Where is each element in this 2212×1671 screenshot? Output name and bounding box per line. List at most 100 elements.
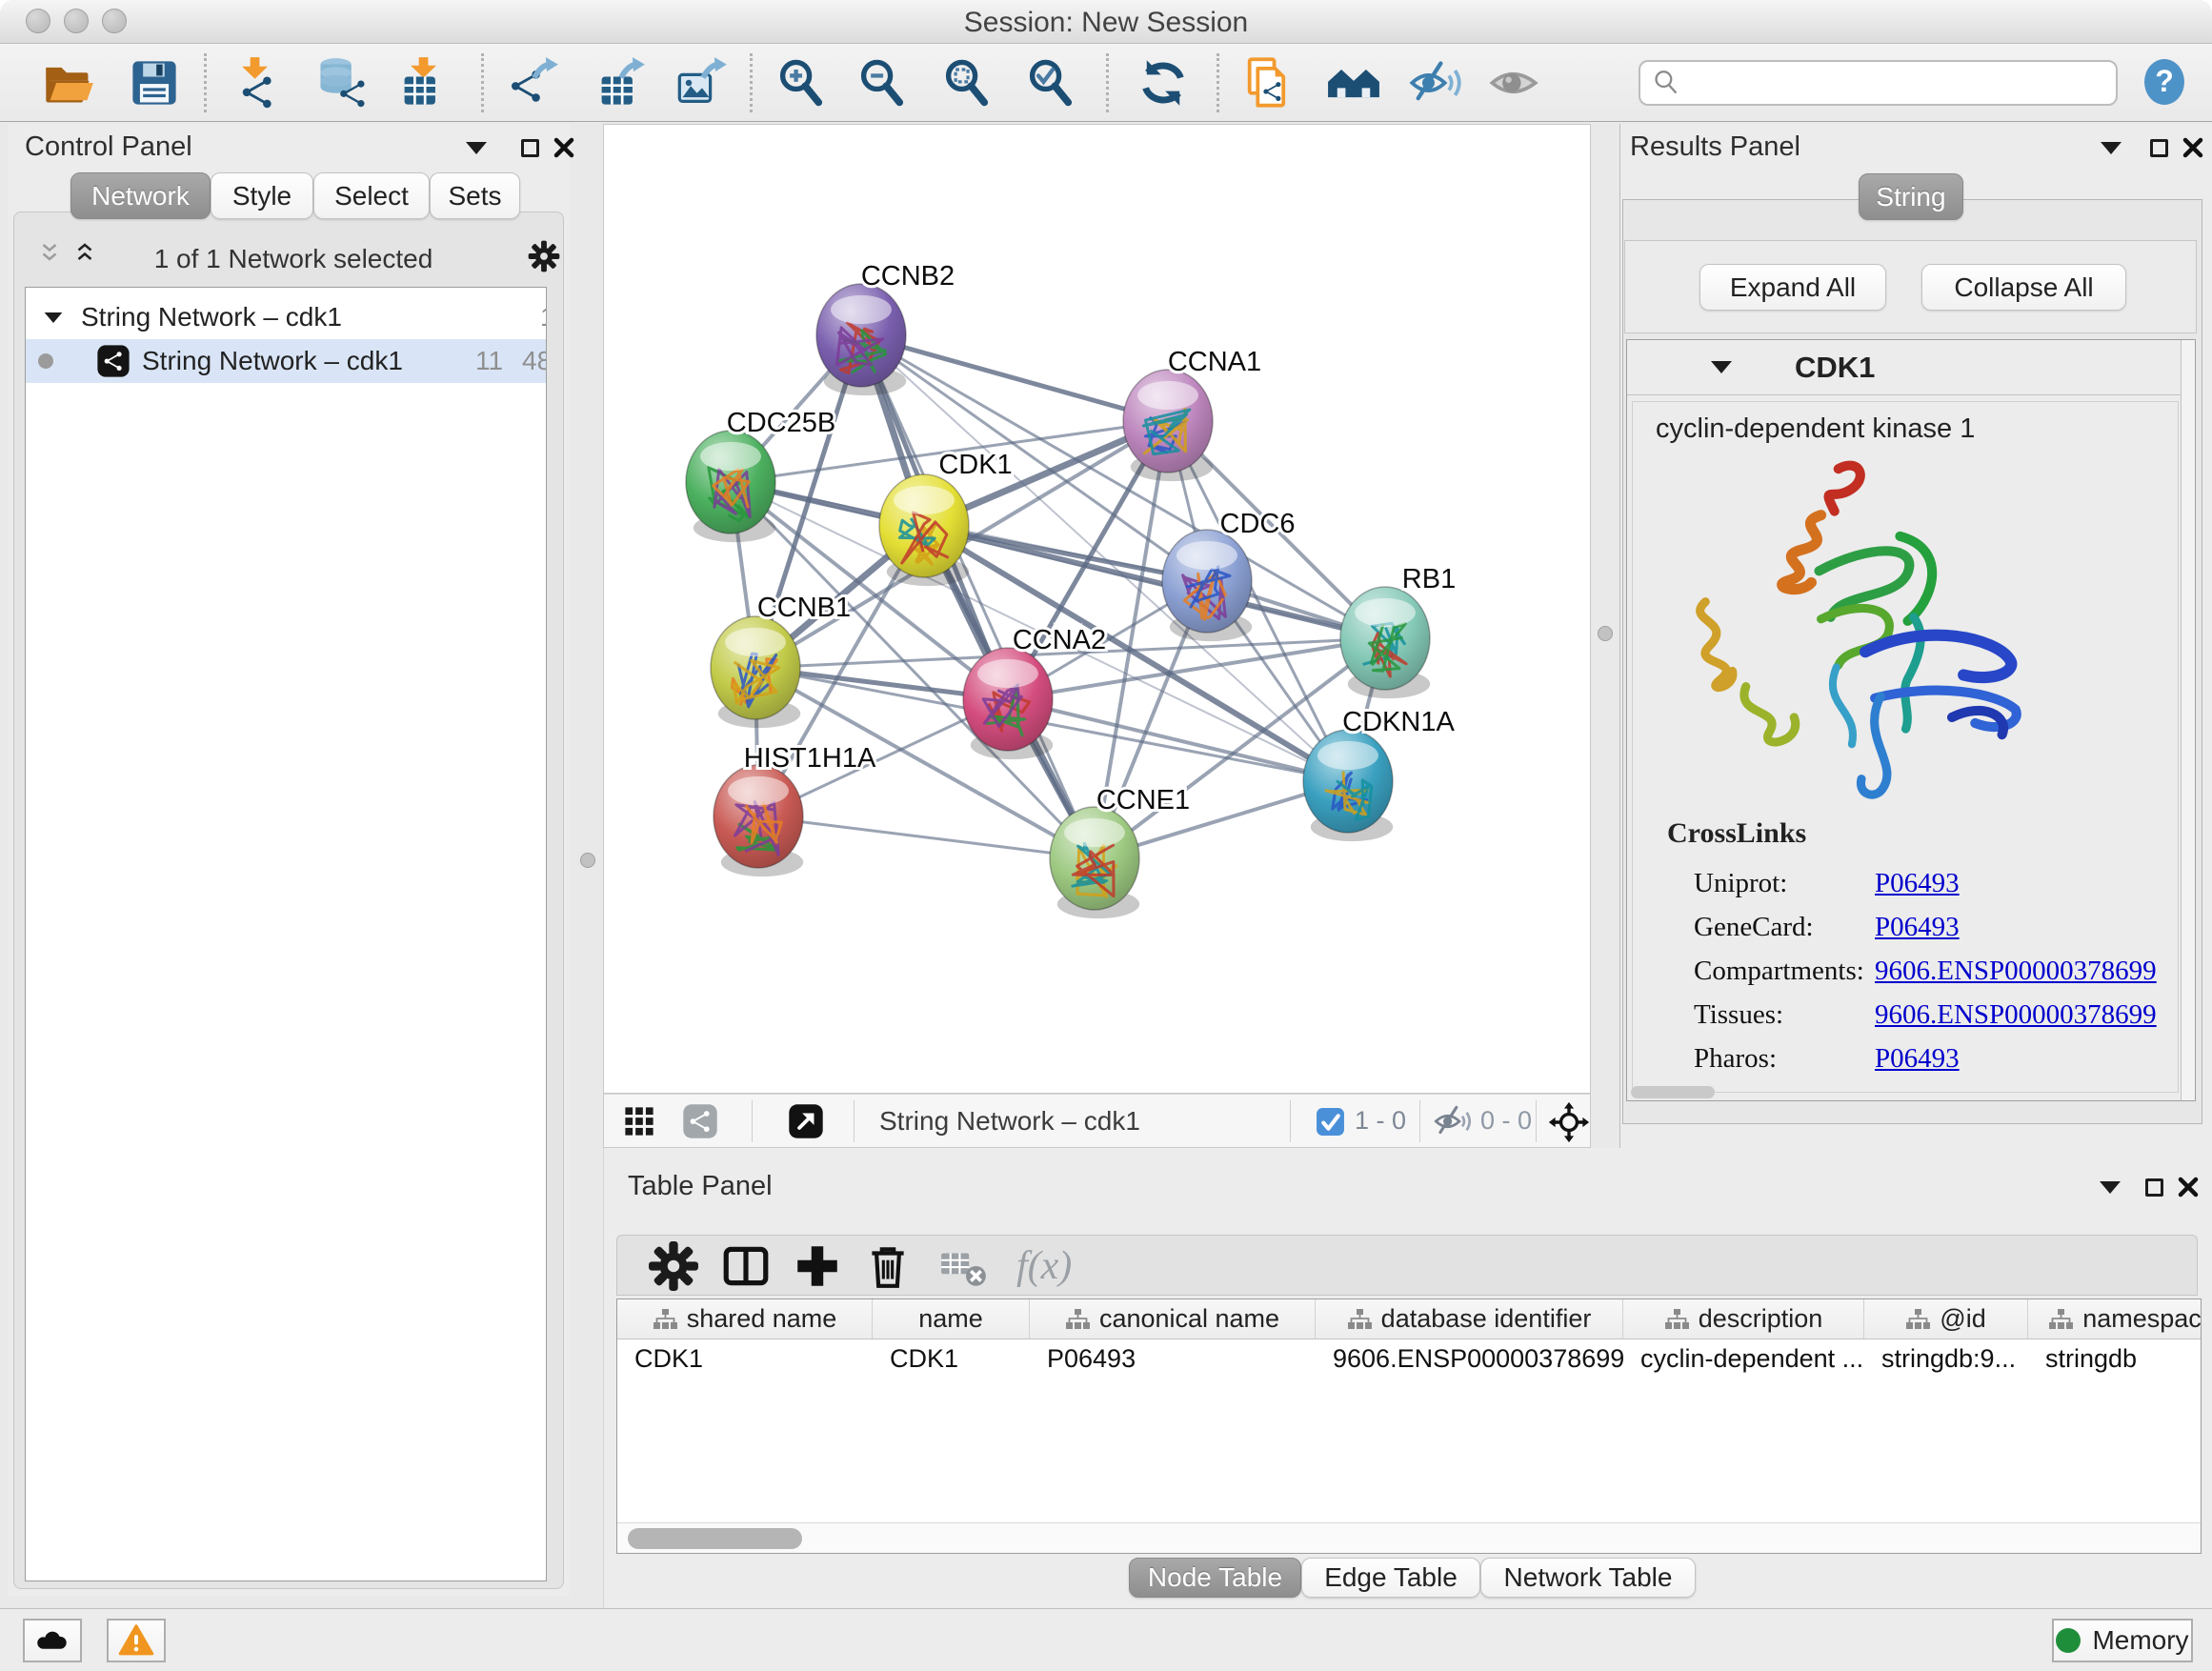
- function-builder-icon[interactable]: f(x): [1013, 1240, 1117, 1292]
- warning-status-button[interactable]: [107, 1619, 166, 1662]
- cell-description[interactable]: cyclin-dependent ...: [1623, 1339, 1864, 1378]
- tab-string[interactable]: String: [1859, 173, 1963, 220]
- column-header-database-identifier[interactable]: database identifier: [1316, 1299, 1623, 1339]
- column-header-namespace[interactable]: namespace: [2028, 1299, 2202, 1339]
- import-database-icon[interactable]: [314, 56, 368, 110]
- cell-shared-name[interactable]: CDK1: [617, 1339, 873, 1378]
- expand-all-button[interactable]: Expand All: [1699, 264, 1886, 311]
- node-label-RB1: RB1: [1402, 564, 1456, 594]
- cell-name[interactable]: CDK1: [873, 1339, 1030, 1378]
- table-panel-maximize-icon[interactable]: [2142, 1175, 2166, 1199]
- hidden-eye-icon[interactable]: [1434, 1102, 1472, 1140]
- table-panel-close-icon[interactable]: [2176, 1175, 2201, 1199]
- import-table-icon[interactable]: [396, 56, 450, 110]
- hidden-counts: 0 - 0: [1480, 1106, 1532, 1136]
- network-edge[interactable]: [1008, 699, 1348, 781]
- export-image-icon[interactable]: [675, 56, 729, 110]
- network-collection-row[interactable]: String Network – cdk1 1: [26, 295, 546, 339]
- first-neighbors-icon[interactable]: [1327, 56, 1380, 110]
- collection-expand-icon[interactable]: [43, 312, 64, 324]
- network-edge[interactable]: [758, 816, 1095, 858]
- column-header--id[interactable]: @id: [1864, 1299, 2028, 1339]
- delete-columns-icon[interactable]: [862, 1240, 914, 1292]
- gene-collapse-icon[interactable]: [1711, 361, 1732, 373]
- memory-button[interactable]: Memory: [2052, 1619, 2193, 1662]
- control-panel-maximize-icon[interactable]: [517, 135, 542, 160]
- tab-network-table[interactable]: Network Table: [1480, 1558, 1696, 1598]
- network-row[interactable]: String Network – cdk1 11 48: [26, 339, 546, 383]
- column-header-canonical-name[interactable]: canonical name: [1030, 1299, 1316, 1339]
- cell--id[interactable]: stringdb:9...: [1864, 1339, 2028, 1378]
- create-column-icon[interactable]: [792, 1240, 843, 1292]
- results-panel-float-icon[interactable]: [2099, 135, 2123, 160]
- copy-network-icon[interactable]: [1240, 56, 1294, 110]
- cell-database-identifier[interactable]: 9606.ENSP00000378699: [1316, 1339, 1623, 1378]
- control-panel-float-icon[interactable]: [464, 135, 489, 160]
- results-scrollbar[interactable]: [2181, 340, 2195, 1100]
- results-hscroll-thumb[interactable]: [1631, 1086, 1715, 1098]
- network-options-gear-icon[interactable]: [528, 240, 560, 272]
- search-input[interactable]: [1682, 64, 2106, 102]
- expand-all-networks-icon[interactable]: [37, 241, 62, 266]
- network-canvas[interactable]: CCNB2CCNA1CDC25BCDK1CDC6RB1CCNB1CCNA2CDK…: [603, 124, 1591, 1094]
- cell-canonical-name[interactable]: P06493: [1030, 1339, 1316, 1378]
- show-hide-panel-icon[interactable]: [1409, 56, 1462, 110]
- crosslink-label: Uniprot:: [1694, 868, 1875, 899]
- node-label-CDK1: CDK1: [938, 450, 1012, 480]
- open-session-icon[interactable]: [42, 56, 95, 110]
- column-header-name[interactable]: name: [873, 1299, 1030, 1339]
- tab-select[interactable]: Select: [313, 172, 430, 219]
- help-button[interactable]: ?: [2140, 56, 2189, 110]
- delete-table-icon[interactable]: [938, 1240, 990, 1292]
- control-panel: Control Panel 1 of 1 Network selected St…: [8, 124, 570, 1596]
- import-network-icon[interactable]: [228, 56, 281, 110]
- column-header-description[interactable]: description: [1623, 1299, 1864, 1339]
- grid-view-icon[interactable]: [620, 1102, 658, 1140]
- column-header-shared-name[interactable]: shared name: [617, 1299, 873, 1339]
- network-edge[interactable]: [861, 335, 1095, 858]
- tab-edge-table[interactable]: Edge Table: [1301, 1558, 1480, 1598]
- collection-label: String Network – cdk1: [81, 302, 342, 332]
- titlebar: Session: New Session: [0, 0, 2212, 44]
- table-row[interactable]: CDK1CDK1P064939606.ENSP00000378699cyclin…: [617, 1339, 2202, 1378]
- crosslink-link[interactable]: P06493: [1875, 912, 1960, 943]
- table-hscroll-thumb[interactable]: [628, 1528, 802, 1549]
- left-splitter-handle[interactable]: [580, 853, 595, 868]
- tab-style[interactable]: Style: [211, 172, 313, 219]
- cloud-status-button[interactable]: [23, 1619, 82, 1662]
- right-splitter-handle[interactable]: [1598, 626, 1613, 641]
- export-table-icon[interactable]: [593, 56, 647, 110]
- pan-crosshair-icon[interactable]: [1548, 1101, 1590, 1143]
- crosslink-link[interactable]: 9606.ENSP00000378699: [1875, 999, 2157, 1031]
- control-panel-close-icon[interactable]: [552, 135, 576, 160]
- status-bar: Memory: [0, 1608, 2212, 1671]
- results-panel-maximize-icon[interactable]: [2146, 135, 2171, 160]
- cell-namespace[interactable]: stringdb: [2028, 1339, 2202, 1378]
- gene-section-header[interactable]: CDK1: [1627, 340, 2195, 395]
- network-thumbnail-icon[interactable]: [681, 1102, 719, 1140]
- collapse-all-networks-icon[interactable]: [72, 241, 97, 266]
- crosslink-row: Tissues:9606.ENSP00000378699: [1633, 993, 2178, 1037]
- tab-sets[interactable]: Sets: [430, 172, 520, 219]
- table-panel-float-icon[interactable]: [2098, 1175, 2122, 1199]
- crosslink-link[interactable]: 9606.ENSP00000378699: [1875, 956, 2157, 987]
- crosslink-link[interactable]: P06493: [1875, 1043, 1960, 1075]
- tab-node-table[interactable]: Node Table: [1129, 1558, 1301, 1598]
- collapse-all-button[interactable]: Collapse All: [1921, 264, 2126, 311]
- refresh-icon[interactable]: [1136, 56, 1190, 110]
- crosslink-link[interactable]: P06493: [1875, 868, 1960, 899]
- show-columns-icon[interactable]: [720, 1240, 772, 1292]
- zoom-in-icon[interactable]: [774, 56, 828, 110]
- zoom-out-icon[interactable]: [855, 56, 909, 110]
- results-panel-close-icon[interactable]: [2181, 135, 2205, 160]
- zoom-fit-icon[interactable]: [940, 56, 994, 110]
- selected-checkbox[interactable]: [1316, 1107, 1345, 1137]
- detach-view-icon[interactable]: [787, 1102, 825, 1140]
- export-network-icon[interactable]: [507, 56, 560, 110]
- table-options-gear-icon[interactable]: [648, 1240, 699, 1292]
- zoom-selected-icon[interactable]: [1024, 56, 1077, 110]
- node-label-CCNB1: CCNB1: [757, 593, 851, 623]
- save-session-icon[interactable]: [128, 56, 181, 110]
- tab-network[interactable]: Network: [70, 172, 211, 219]
- selected-counts: 1 - 0: [1355, 1106, 1406, 1136]
